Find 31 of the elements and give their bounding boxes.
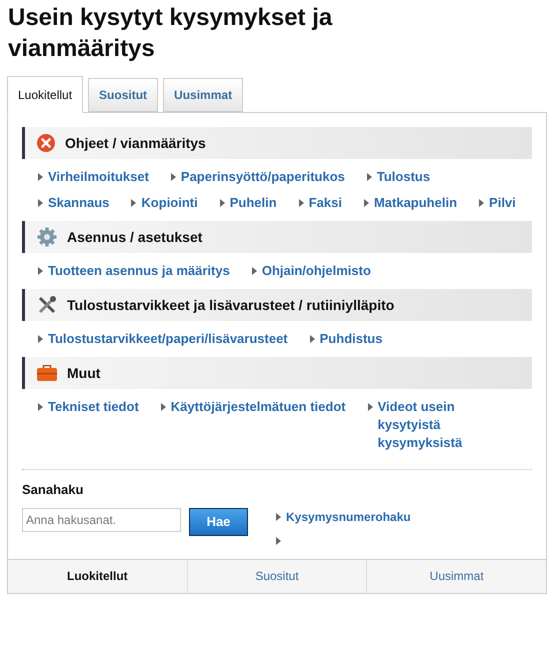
category-link[interactable]: Tulostustarvikkeet/paperi/lisävarusteet — [48, 330, 288, 348]
search-heading: Sanahaku — [22, 481, 84, 499]
category-link[interactable]: Paperinsyöttö/paperitukos — [180, 168, 345, 186]
section-title: Asennus / asetukset — [67, 228, 202, 246]
bottom-tab[interactable]: Suositut — [186, 560, 366, 592]
page-title: Usein kysytyt kysymykset ja vianmääritys — [7, 3, 334, 64]
section-title: Tulostustarvikkeet ja lisävarusteet / rutiiniylläpito — [67, 296, 394, 315]
category-link[interactable]: Tekniset tiedot — [48, 398, 139, 416]
category-link[interactable]: Ohjain/ohjelmisto — [262, 262, 371, 280]
category-link[interactable]: Virheilmoitukset — [48, 168, 149, 186]
category-link[interactable]: Pilvi — [489, 194, 516, 212]
category-link[interactable]: Tuotteen asennus ja määritys — [48, 262, 230, 280]
category-link[interactable]: Puhdistus — [320, 330, 382, 348]
category-link[interactable]: Faksi — [308, 194, 342, 212]
tab[interactable]: Luokitellut — [7, 76, 84, 113]
number-search-link[interactable]: Kysymysnumerohaku — [286, 508, 411, 526]
category-link[interactable]: Puhelin — [230, 194, 277, 212]
bottom-tab[interactable]: Uusimmat — [366, 560, 546, 592]
category-link[interactable]: Kopiointi — [141, 194, 198, 212]
search-button[interactable]: Hae — [189, 508, 248, 536]
category-link[interactable]: Skannaus — [48, 194, 110, 212]
section-title: Ohjeet / vianmääritys — [65, 134, 206, 153]
section-title: Muut — [67, 364, 100, 382]
tab[interactable]: Uusimmat — [163, 78, 244, 112]
tab[interactable]: Suositut — [88, 78, 158, 112]
category-link[interactable]: Käyttöjärjestelmätuen tiedot — [170, 398, 346, 416]
search-field[interactable]: Anna hakusanat. — [22, 508, 181, 532]
category-link[interactable]: Tulostus — [376, 168, 430, 186]
category-link[interactable]: Videot usein kysytyistä kysymyksistä — [378, 398, 488, 452]
category-link[interactable]: Matkapuhelin — [374, 194, 458, 212]
bottom-tab[interactable]: Luokitellut — [8, 560, 187, 592]
